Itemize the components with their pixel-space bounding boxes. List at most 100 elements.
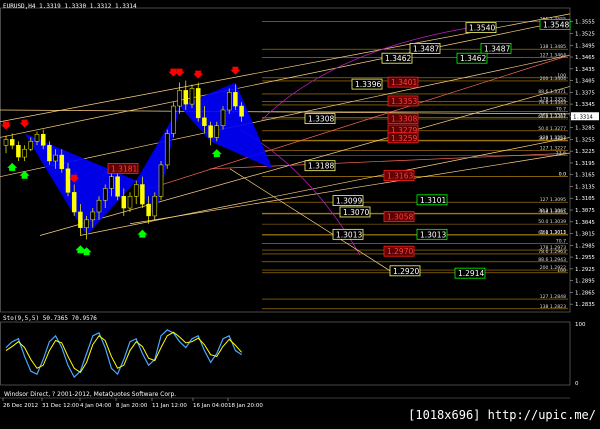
price-tick-label: 1.3165 [575, 173, 595, 179]
price-box-label: 1.2970 [387, 247, 413, 256]
candle-body [226, 92, 232, 111]
fib-label: 200 1.3404 [540, 76, 566, 82]
fib-label: 61.8 1.3307 [538, 114, 566, 120]
candle-body [214, 125, 220, 138]
fib-label: 127 1.3227 [540, 145, 566, 151]
candle-body [177, 90, 182, 107]
time-tick-label: 8 Jan 20:00 [116, 403, 148, 409]
time-tick-label: 31 Dec 12:00 [42, 403, 79, 409]
price-box-label: 1.3401 [391, 78, 417, 87]
candle-body [208, 125, 213, 138]
candle-body [34, 134, 40, 142]
price-tick-label: 1.3345 [575, 102, 595, 108]
candle-body [152, 196, 158, 217]
price-tick-label: 1.3135 [575, 184, 595, 190]
price-tick-label: 1.3465 [575, 55, 595, 61]
candle-body [195, 88, 201, 119]
fib-label: 70.7 [556, 238, 566, 244]
price-tick-label: 1.3105 [575, 196, 595, 202]
candle-body [115, 176, 120, 197]
price-tick-label: 1.3495 [575, 43, 595, 49]
price-tick-label: 1.3015 [575, 232, 595, 238]
fib-label: 0.0 [559, 172, 566, 178]
fib-label: 127 1.3095 [540, 197, 566, 203]
candle-body [127, 196, 133, 209]
price-box-label: 1.2920 [393, 267, 419, 276]
price-tick-label: 1.3285 [575, 126, 595, 132]
price-box-label: 1.3058 [387, 213, 413, 222]
price-tick-label: 1.3405 [575, 79, 595, 85]
price-tick-label: 1.2925 [575, 267, 595, 273]
candle-body [183, 90, 189, 105]
time-tick-label: 18 Jan 20:00 [228, 403, 263, 409]
fib-label: 88.6 1.2943 [538, 257, 566, 263]
price-box-label: 1.3308 [308, 115, 334, 124]
candle-body [59, 154, 65, 170]
price-tick-label: 1.3255 [575, 137, 595, 143]
price-tick-label: 1.2985 [575, 243, 595, 249]
time-tick-label: 11 Jan 12:00 [152, 403, 187, 409]
time-tick-label: 16 Jan 04:00 [193, 403, 228, 409]
chart-header: EURUSD,H4 1.3319 1.3330 1.3312 1.3314 [3, 3, 137, 10]
candle-body [146, 203, 151, 217]
price-box-label: 1.3353 [391, 97, 417, 106]
price-box-label: 1.2914 [458, 269, 484, 278]
candle-body [164, 133, 170, 166]
price-box-label: 1.3462 [385, 54, 411, 63]
price-tick-label: 1.2895 [575, 279, 595, 285]
fib-label: 78.6 1.2963 [538, 249, 566, 255]
price-box-label: 1.3540 [469, 24, 495, 33]
candle-body [171, 105, 176, 134]
price-box-label: 1.3070 [343, 208, 369, 217]
price-tick-label: 1.3075 [575, 208, 595, 214]
candle-body [140, 184, 145, 205]
price-box-label: 1.3487 [413, 44, 439, 53]
candle-body [22, 148, 27, 158]
watermark: [1018x696] http://upic.me/ [408, 408, 596, 422]
candle-body [40, 134, 46, 146]
price-tick-label: 1.3435 [575, 67, 595, 73]
fib-label: 70.7 [556, 107, 566, 113]
candle-body [133, 184, 139, 197]
fib-label: 100 [557, 268, 566, 274]
price-box-label: 1.3163 [387, 171, 413, 180]
candle-body [96, 199, 102, 213]
time-tick-label: 4 Jan 04:00 [80, 403, 112, 409]
candle-body [220, 109, 226, 126]
fib-label: 61.8 1.3011 [538, 230, 566, 236]
price-tick-label: 1.3525 [575, 31, 595, 37]
fib-label: 38.2 1.3067 [538, 208, 566, 214]
candle-body [16, 145, 21, 158]
price-tick-label: 1.2955 [575, 255, 595, 261]
fib-label: 138 1.3485 [540, 44, 566, 50]
price-box-label: 1.3013 [420, 230, 446, 239]
candle-body [78, 211, 83, 228]
candle-body [53, 154, 58, 162]
candle-body [65, 168, 71, 193]
price-box-label: 1.3462 [460, 54, 486, 63]
price-box-label: 1.3101 [420, 196, 446, 205]
candle-body [158, 164, 164, 197]
current-price-label: 1.3314 [573, 114, 594, 120]
fib-label: 127 1.2848 [540, 294, 566, 300]
chart-canvas: 261 1.3555138 1.3485127 1.3464100200 1.3… [0, 0, 600, 429]
price-tick-label: 1.3045 [575, 220, 595, 226]
fib-label: 50.0 1.3039 [538, 219, 566, 225]
oscillator-header: Sto(9,5,5) 50.7365 70.9576 [3, 315, 97, 322]
time-tick-label: 26 Dec 2012 [3, 403, 38, 409]
price-tick-label: 1.3225 [575, 149, 595, 155]
candle-body [121, 196, 127, 209]
price-box-label: 1.3396 [355, 80, 381, 89]
price-box-label: 1.3487 [484, 44, 510, 53]
price-box-label: 1.3308 [391, 115, 417, 124]
price-box-label: 1.3259 [391, 134, 417, 143]
candle-body [233, 92, 238, 107]
candle-body [3, 139, 9, 146]
candle-body [90, 211, 96, 221]
price-box-label: 1.3099 [336, 197, 362, 206]
candle-body [84, 219, 89, 228]
osc-tick-label: 0 [575, 381, 579, 387]
copyright: Windsor Direct, ? 2001-2012, MetaQuotes … [4, 391, 177, 398]
price-tick-label: 1.3375 [575, 90, 595, 96]
price-box-label: 1.3188 [308, 162, 334, 171]
